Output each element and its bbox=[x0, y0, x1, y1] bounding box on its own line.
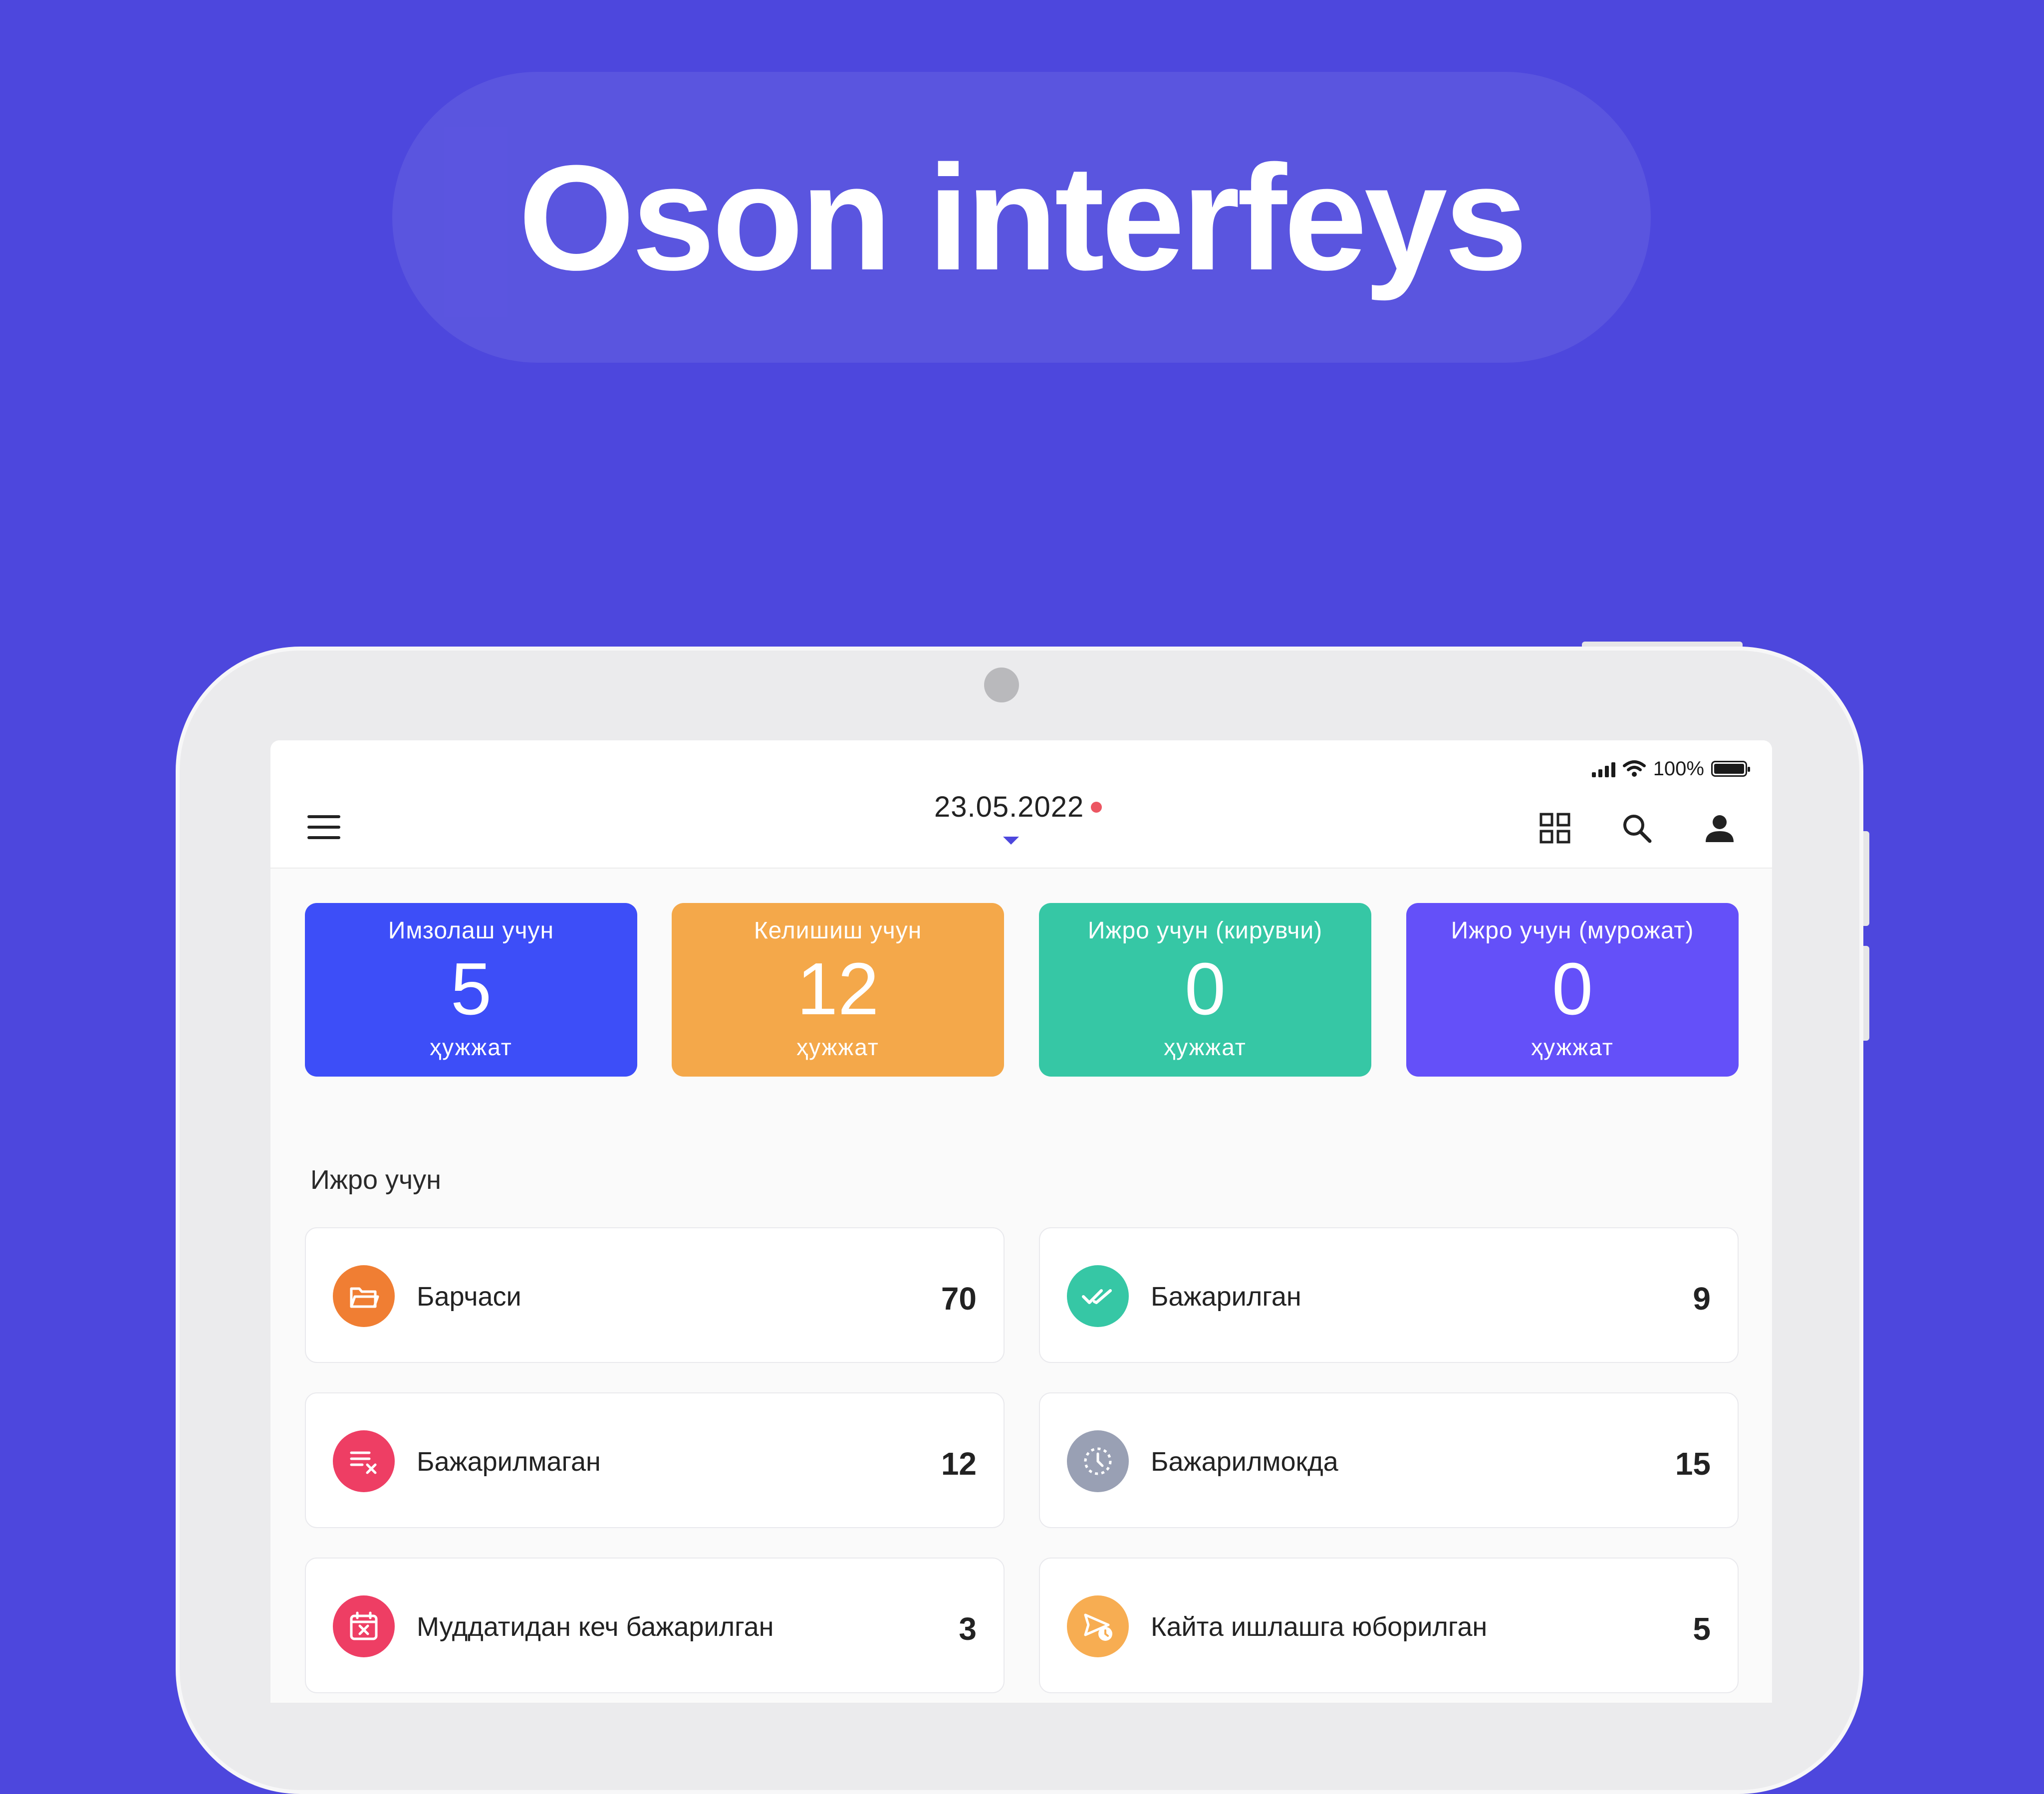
list-item-count: 9 bbox=[1693, 1281, 1711, 1317]
stat-unit: ҳужжат bbox=[430, 1034, 512, 1060]
list-item-label: Бажарилган bbox=[1151, 1282, 1301, 1312]
section-title: Ижро учун bbox=[310, 1165, 441, 1195]
front-camera bbox=[984, 668, 1019, 702]
battery-percent: 100% bbox=[1653, 757, 1704, 780]
list-item-count: 12 bbox=[941, 1446, 977, 1482]
list-item-label: Муддатидан кеч бажарилган bbox=[417, 1612, 774, 1642]
list-item-in-progress[interactable]: Бажарилмокда 15 bbox=[1039, 1392, 1739, 1528]
stat-card-exec-appeal[interactable]: Ижро учун (мурожат) 0 ҳужжат bbox=[1406, 903, 1739, 1077]
clock-progress-icon bbox=[1067, 1430, 1129, 1492]
stat-title: Ижро учун (мурожат) bbox=[1451, 917, 1694, 944]
list-item-label: Барчаси bbox=[417, 1282, 521, 1312]
stat-card-agree[interactable]: Келишиш учун 12 ҳужжат bbox=[672, 903, 1004, 1077]
list-item-done[interactable]: Бажарилган 9 bbox=[1039, 1227, 1739, 1363]
list-item-label: Бажарилмаган bbox=[417, 1447, 601, 1477]
user-icon[interactable] bbox=[1702, 810, 1738, 846]
app-screen: 100% 23.05.2022 Имзолаш учун 5 ҳужжат Ке… bbox=[270, 740, 1772, 1703]
folder-icon bbox=[333, 1265, 395, 1327]
date-selector[interactable]: 23.05.2022 bbox=[934, 790, 1102, 824]
stat-title: Имзолаш учун bbox=[388, 917, 554, 944]
grid-icon[interactable] bbox=[1537, 810, 1573, 846]
stat-value: 0 bbox=[1184, 948, 1226, 1030]
list-x-icon bbox=[333, 1430, 395, 1492]
list-item-count: 15 bbox=[1675, 1446, 1711, 1482]
stat-unit: ҳужжат bbox=[1531, 1034, 1614, 1060]
stat-title: Келишиш учун bbox=[754, 917, 922, 944]
status-bar: 100% bbox=[1591, 756, 1750, 781]
send-clock-icon bbox=[1067, 1595, 1129, 1657]
list-item-count: 3 bbox=[959, 1611, 977, 1647]
stat-value: 12 bbox=[796, 948, 879, 1030]
list-item-count: 5 bbox=[1693, 1611, 1711, 1647]
notification-dot bbox=[1091, 801, 1102, 813]
stat-card-sign[interactable]: Имзолаш учун 5 ҳужжат bbox=[305, 903, 637, 1077]
calendar-x-icon bbox=[333, 1595, 395, 1657]
stat-unit: ҳужжат bbox=[1164, 1034, 1247, 1060]
list-item-not-done[interactable]: Бажарилмаган 12 bbox=[305, 1392, 1005, 1528]
headline-title: Oson interfeys bbox=[518, 133, 1528, 301]
menu-icon[interactable] bbox=[307, 815, 340, 839]
search-icon[interactable] bbox=[1619, 810, 1655, 846]
chevron-down-icon[interactable] bbox=[1003, 837, 1019, 845]
wifi-icon bbox=[1622, 760, 1646, 777]
current-date: 23.05.2022 bbox=[934, 791, 1084, 823]
cell-signal-icon bbox=[1591, 760, 1615, 777]
list-item-overdue[interactable]: Муддатидан кеч бажарилган 3 bbox=[305, 1558, 1005, 1693]
list-item-returned[interactable]: Кайта ишлашга юборилган 5 bbox=[1039, 1558, 1739, 1693]
list-item-count: 70 bbox=[941, 1281, 977, 1317]
list-item-all[interactable]: Барчаси 70 bbox=[305, 1227, 1005, 1363]
stat-value: 5 bbox=[450, 948, 492, 1030]
stat-title: Ижро учун (кирувчи) bbox=[1087, 917, 1323, 944]
stat-card-exec-incoming[interactable]: Ижро учун (кирувчи) 0 ҳужжат bbox=[1039, 903, 1371, 1077]
headline-pill: Oson interfeys bbox=[392, 72, 1651, 363]
list-item-label: Кайта ишлашга юборилган bbox=[1151, 1612, 1488, 1642]
battery-icon bbox=[1711, 761, 1750, 777]
double-check-icon bbox=[1067, 1265, 1129, 1327]
stat-unit: ҳужжат bbox=[796, 1034, 879, 1060]
app-bar: 100% 23.05.2022 bbox=[270, 740, 1772, 869]
list-item-label: Бажарилмокда bbox=[1151, 1447, 1338, 1477]
stat-value: 0 bbox=[1551, 948, 1593, 1030]
